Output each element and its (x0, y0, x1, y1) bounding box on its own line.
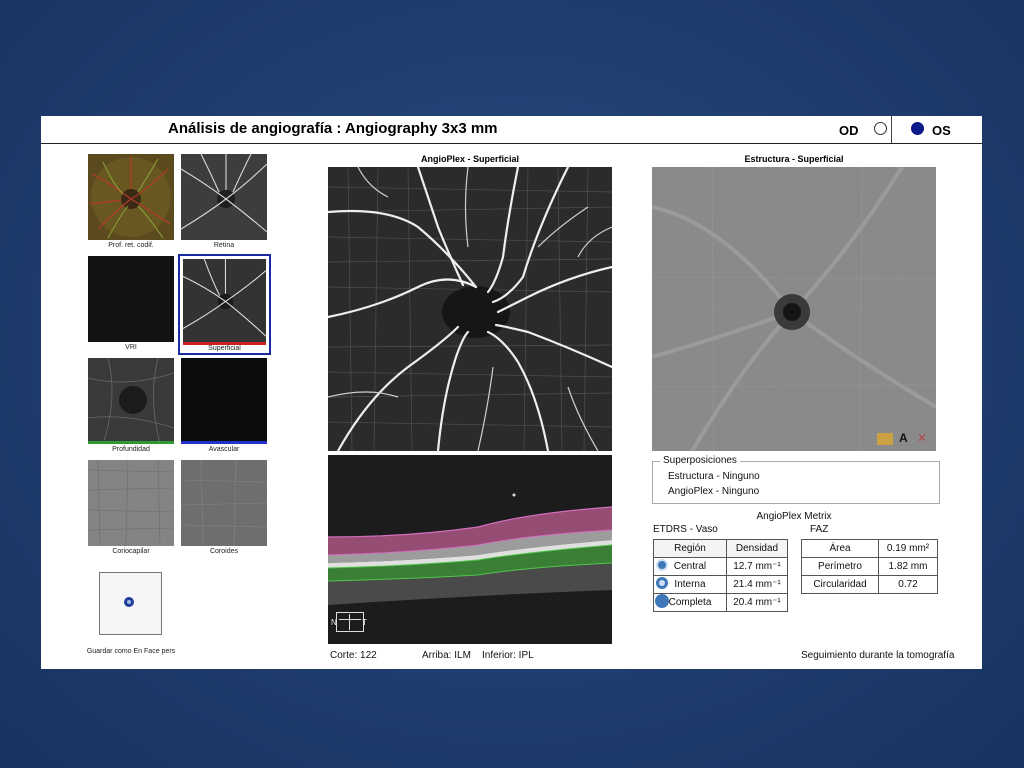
thumb-profundidad[interactable] (88, 358, 174, 444)
bscan-arriba-label: Arriba: ILM (422, 650, 471, 661)
faz-name-circularidad: Circularidad (801, 575, 879, 594)
thumb-coriocapilar[interactable] (88, 460, 174, 546)
tracking-status: Seguimiento durante la tomografía (801, 650, 955, 661)
orientation-n: N (331, 618, 337, 627)
interna-region-icon[interactable] (656, 577, 668, 589)
completa-region-icon[interactable] (655, 594, 669, 608)
thumb-label-avascular: Avascular (208, 446, 240, 453)
thumb-label-profundidad: Profundidad (112, 446, 150, 453)
ruler-icon[interactable] (877, 433, 893, 445)
overlays-groupbox (652, 461, 940, 504)
metrix-title: AngioPlex Metrix (756, 511, 832, 522)
thumb-superficial-selected-frame[interactable]: Superficial (178, 254, 271, 355)
faz-name-area: Área (801, 539, 879, 558)
thumb-prof-ret-codif[interactable] (88, 154, 174, 240)
structure-superficial-image[interactable]: A ✕ (652, 167, 936, 451)
overlay-angioplex[interactable]: AngioPlex - Ninguno (668, 486, 759, 497)
faz-title: FAZ (810, 524, 829, 535)
faz-value-perimetro: 1.82 mm (878, 557, 938, 576)
thumb-label-coriocapilar: Coriocapilar (112, 548, 150, 555)
bscan-corte-label: Corte: 122 (330, 650, 377, 661)
faz-value-area: 0.19 mm² (878, 539, 938, 558)
eye-os-label: OS (932, 123, 951, 138)
faz-name-perimetro: Perímetro (801, 557, 879, 576)
thumb-label-prof-ret-codif: Prof. ret. codif. (108, 242, 154, 249)
header-divider (41, 143, 982, 144)
orientation-indicator (336, 612, 364, 632)
bscan-inferior-label: Inferior: IPL (482, 650, 534, 661)
vessel-density-table: Región Densidad Central 12.7 mm⁻¹ Intern… (653, 539, 788, 612)
central-region-icon[interactable] (656, 559, 668, 571)
overlay-estructura[interactable]: Estructura - Ninguno (668, 471, 760, 482)
thumb-vri[interactable] (88, 256, 174, 342)
thumb-label-superficial: Superficial (208, 345, 241, 352)
faz-table: Área 0.19 mm² Perímetro 1.82 mm Circular… (801, 539, 938, 594)
vessel-density-interna: 21.4 mm⁻¹ (726, 575, 788, 594)
etdrs-vessel-title: ETDRS - Vaso (653, 524, 718, 535)
clear-annotation-icon[interactable]: ✕ (917, 431, 927, 445)
eye-od-label: OD (839, 123, 859, 138)
orientation-t: T (362, 618, 367, 627)
thumb-coroides[interactable] (181, 460, 267, 546)
bscan-image[interactable]: N T (328, 455, 612, 644)
eye-separator (891, 116, 892, 143)
thumb-label-vri: VRI (125, 344, 137, 351)
thumb-label-coroides: Coroides (209, 548, 238, 555)
report-title: Análisis de angiografía : Angiography 3x… (168, 120, 498, 137)
vessel-header-region: Región (653, 539, 727, 558)
overlays-legend: Superposiciones (660, 455, 740, 466)
annotation-a-icon[interactable]: A (899, 431, 908, 445)
save-enface-label: Guardar como En Face pers (86, 648, 176, 655)
thumb-avascular[interactable] (181, 358, 267, 444)
thumb-label-retina: Retina (213, 242, 235, 249)
vessel-density-central: 12.7 mm⁻¹ (726, 557, 788, 576)
eye-od-radio[interactable] (874, 122, 887, 135)
angioplex-superficial-image[interactable] (328, 167, 612, 451)
faz-value-circularidad: 0.72 (878, 575, 938, 594)
angiography-report-panel: Análisis de angiografía : Angiography 3x… (41, 116, 982, 669)
eye-os-radio[interactable] (911, 122, 924, 135)
thumb-retina[interactable] (181, 154, 267, 240)
save-enface-button[interactable] (99, 572, 162, 635)
thumb-superficial (183, 259, 266, 342)
angio-image-title: AngioPlex - Superficial (420, 154, 520, 164)
vessel-header-density: Densidad (726, 539, 788, 558)
target-dot-icon (124, 597, 134, 607)
vessel-density-completa: 20.4 mm⁻¹ (726, 593, 788, 612)
structure-image-title: Estructura - Superficial (744, 154, 844, 164)
